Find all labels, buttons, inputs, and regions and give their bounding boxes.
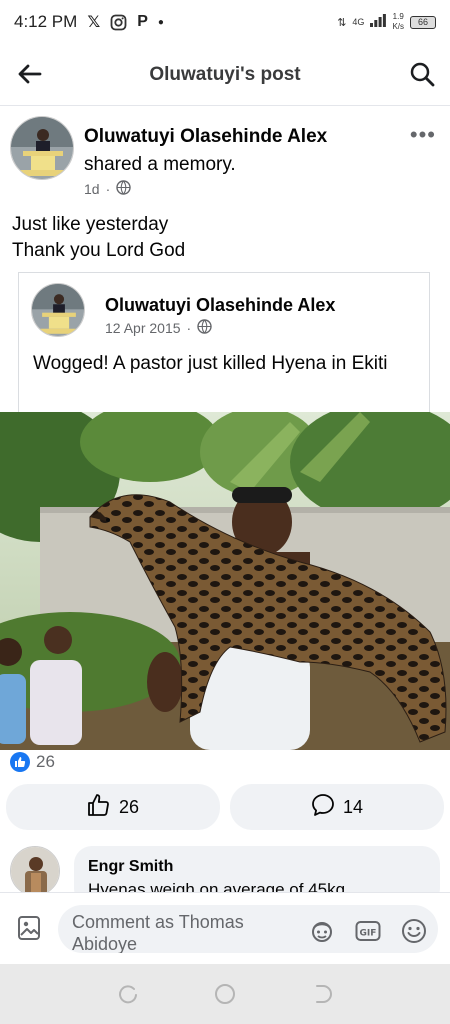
post-action-text: shared a memory. — [84, 154, 236, 175]
meta-separator: · — [186, 320, 192, 336]
system-navigation-bar — [0, 964, 450, 1024]
globe-icon — [116, 180, 131, 198]
post-text-line: Just like yesterday — [12, 214, 169, 235]
speed-value: 1.9 — [392, 12, 404, 21]
post-actions: 26 14 — [6, 784, 444, 830]
svg-text:GIF: GIF — [360, 929, 377, 939]
emoji-icon[interactable] — [400, 917, 428, 945]
back-nav-icon[interactable] — [310, 982, 334, 1006]
battery-icon: 66 — [410, 15, 436, 29]
shared-post-card[interactable]: Oluwatuyi Olasehinde Alex 12 Apr 2015 · … — [18, 272, 430, 412]
home-icon[interactable] — [213, 982, 237, 1006]
comment-button[interactable]: 14 — [230, 784, 444, 830]
back-arrow-icon[interactable] — [16, 60, 44, 88]
shared-author-avatar[interactable] — [31, 283, 85, 337]
x-app-icon: 𝕏 — [87, 14, 101, 31]
shared-post-meta: 12 Apr 2015 · — [105, 319, 212, 337]
search-icon[interactable] — [408, 60, 436, 88]
composer-icons: GIF — [308, 917, 428, 945]
post-photo[interactable] — [0, 412, 450, 750]
post-meta: 1d · — [84, 180, 131, 198]
instagram-icon — [110, 14, 127, 31]
network-type: 4G — [352, 17, 365, 27]
comment-composer: Comment as Thomas Abidoye GIF — [0, 892, 450, 964]
reaction-summary[interactable]: 26 — [10, 752, 55, 772]
p-app-icon: P — [137, 13, 148, 30]
post-header-bar: Oluwatuyi's post — [0, 44, 450, 106]
shared-author-name[interactable]: Oluwatuyi Olasehinde Alex — [105, 295, 335, 316]
more-options-icon[interactable]: ••• — [410, 122, 436, 148]
comment-preview[interactable]: Engr Smith Hyenas weigh on average of 45… — [10, 846, 440, 892]
like-reaction-icon — [10, 752, 30, 772]
post-author-block: Oluwatuyi Olasehinde Alex shared a memor… — [10, 114, 440, 204]
comment-bubble-icon — [311, 793, 335, 822]
shared-post-text: Wogged! A pastor just killed Hyena in Ek… — [33, 353, 388, 374]
comment-bubble[interactable]: Engr Smith Hyenas weigh on average of 45… — [74, 846, 440, 892]
signal-icon — [370, 14, 387, 30]
post-time[interactable]: 1d — [84, 181, 100, 197]
avatar-sticker-icon[interactable] — [308, 917, 336, 945]
post-text: Just like yesterday Thank you Lord God — [12, 212, 185, 264]
thumbs-up-icon — [87, 793, 111, 822]
commenter-avatar[interactable] — [10, 846, 60, 892]
status-bar: 4:12 PM 𝕏 P ● ⇅ 4G 1.9 K/s 66 — [0, 0, 450, 44]
shared-post-date[interactable]: 12 Apr 2015 — [105, 320, 181, 336]
status-time: 4:12 PM — [14, 12, 78, 31]
page-title: Oluwatuyi's post — [149, 63, 301, 85]
meta-separator: · — [105, 181, 111, 197]
author-avatar[interactable] — [10, 116, 74, 180]
photo-attach-icon[interactable] — [16, 915, 42, 941]
comment-text: Hyenas weigh on average of 45kg — [88, 880, 346, 892]
data-arrows-icon: ⇅ — [337, 16, 347, 29]
notification-dot-icon: ● — [157, 16, 164, 28]
commenter-name[interactable]: Engr Smith — [88, 858, 426, 876]
globe-icon — [197, 319, 212, 337]
comment-count: 14 — [342, 796, 364, 817]
reaction-count: 26 — [36, 752, 55, 771]
like-count: 26 — [118, 796, 140, 817]
battery-level: 66 — [417, 17, 428, 27]
author-name[interactable]: Oluwatuyi Olasehinde Alex — [84, 126, 327, 148]
speed-unit: K/s — [392, 22, 404, 31]
like-button[interactable]: 26 — [6, 784, 220, 830]
recents-icon[interactable] — [116, 982, 140, 1006]
post-text-line: Thank you Lord God — [12, 240, 186, 261]
gif-icon[interactable]: GIF — [354, 917, 382, 945]
